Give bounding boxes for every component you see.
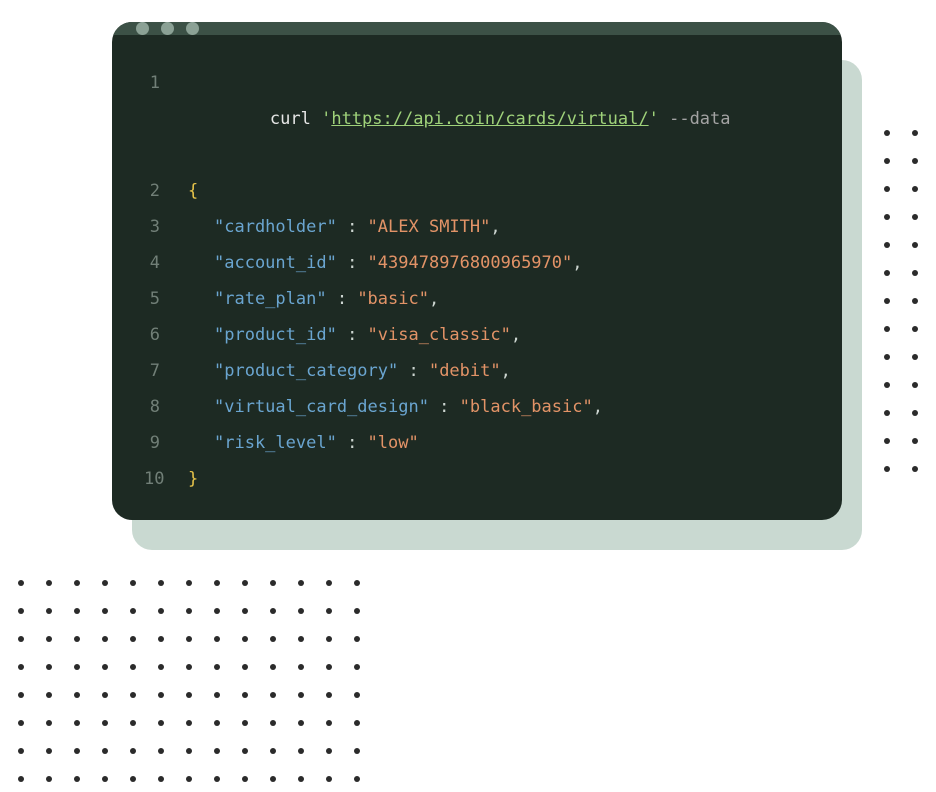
line-number: 5	[144, 281, 188, 317]
json-value: "debit"	[429, 361, 501, 381]
traffic-light-minimize-icon[interactable]	[161, 22, 174, 35]
code-line: 5 "rate_plan" : "basic",	[144, 281, 810, 317]
code-line: 10 }	[144, 461, 810, 497]
terminal-window: 1 curl 'https://api.coin/cards/virtual/'…	[112, 22, 842, 520]
colon: :	[337, 253, 368, 273]
code-line: 3 "cardholder" : "ALEX SMITH",	[144, 209, 810, 245]
line-number: 9	[144, 425, 188, 461]
json-key: "account_id"	[214, 253, 337, 273]
colon: :	[337, 325, 368, 345]
colon: :	[337, 433, 368, 453]
json-key: "rate_plan"	[214, 289, 327, 309]
json-value: "visa_classic"	[368, 325, 511, 345]
json-value: "basic"	[357, 289, 429, 309]
traffic-light-close-icon[interactable]	[136, 22, 149, 35]
line-number: 8	[144, 389, 188, 425]
api-url[interactable]: https://api.coin/cards/virtual/	[331, 109, 648, 129]
comma: ,	[511, 325, 521, 345]
code-line: 6 "product_id" : "visa_classic",	[144, 317, 810, 353]
line-number: 10	[144, 461, 188, 497]
code-line: 9 "risk_level" : "low"	[144, 425, 810, 461]
line-number: 7	[144, 353, 188, 389]
comma: ,	[593, 397, 603, 417]
code-block: 1 curl 'https://api.coin/cards/virtual/'…	[112, 35, 842, 520]
brace-open: {	[188, 181, 198, 201]
comma: ,	[501, 361, 511, 381]
json-value: "low"	[368, 433, 419, 453]
terminal-titlebar	[112, 22, 842, 35]
comma: ,	[429, 289, 439, 309]
code-line: 8 "virtual_card_design" : "black_basic",	[144, 389, 810, 425]
colon: :	[398, 361, 429, 381]
json-value: "black_basic"	[460, 397, 593, 417]
json-key: "virtual_card_design"	[214, 397, 429, 417]
json-key: "cardholder"	[214, 217, 337, 237]
code-line: 7 "product_category" : "debit",	[144, 353, 810, 389]
traffic-light-maximize-icon[interactable]	[186, 22, 199, 35]
line-number: 4	[144, 245, 188, 281]
json-value: "ALEX SMITH"	[368, 217, 491, 237]
quote-close: '	[649, 109, 659, 129]
json-key: "product_id"	[214, 325, 337, 345]
colon: :	[429, 397, 460, 417]
colon: :	[337, 217, 368, 237]
decorative-dot-grid-right	[856, 130, 918, 472]
code-line: 1 curl 'https://api.coin/cards/virtual/'…	[144, 65, 810, 173]
curl-command: curl	[270, 109, 321, 129]
decorative-dot-grid-bottom-left	[18, 580, 360, 782]
code-line: 4 "account_id" : "439478976800965970",	[144, 245, 810, 281]
line-number: 3	[144, 209, 188, 245]
line-number: 1	[144, 65, 188, 101]
json-value: "439478976800965970"	[368, 253, 573, 273]
colon: :	[327, 289, 358, 309]
curl-flag: --data	[659, 109, 731, 129]
line-number: 2	[144, 173, 188, 209]
comma: ,	[490, 217, 500, 237]
line-number: 6	[144, 317, 188, 353]
comma: ,	[572, 253, 582, 273]
brace-close: }	[188, 469, 198, 489]
json-key: "risk_level"	[214, 433, 337, 453]
code-line: 2 {	[144, 173, 810, 209]
json-key: "product_category"	[214, 361, 398, 381]
quote-open: '	[321, 109, 331, 129]
